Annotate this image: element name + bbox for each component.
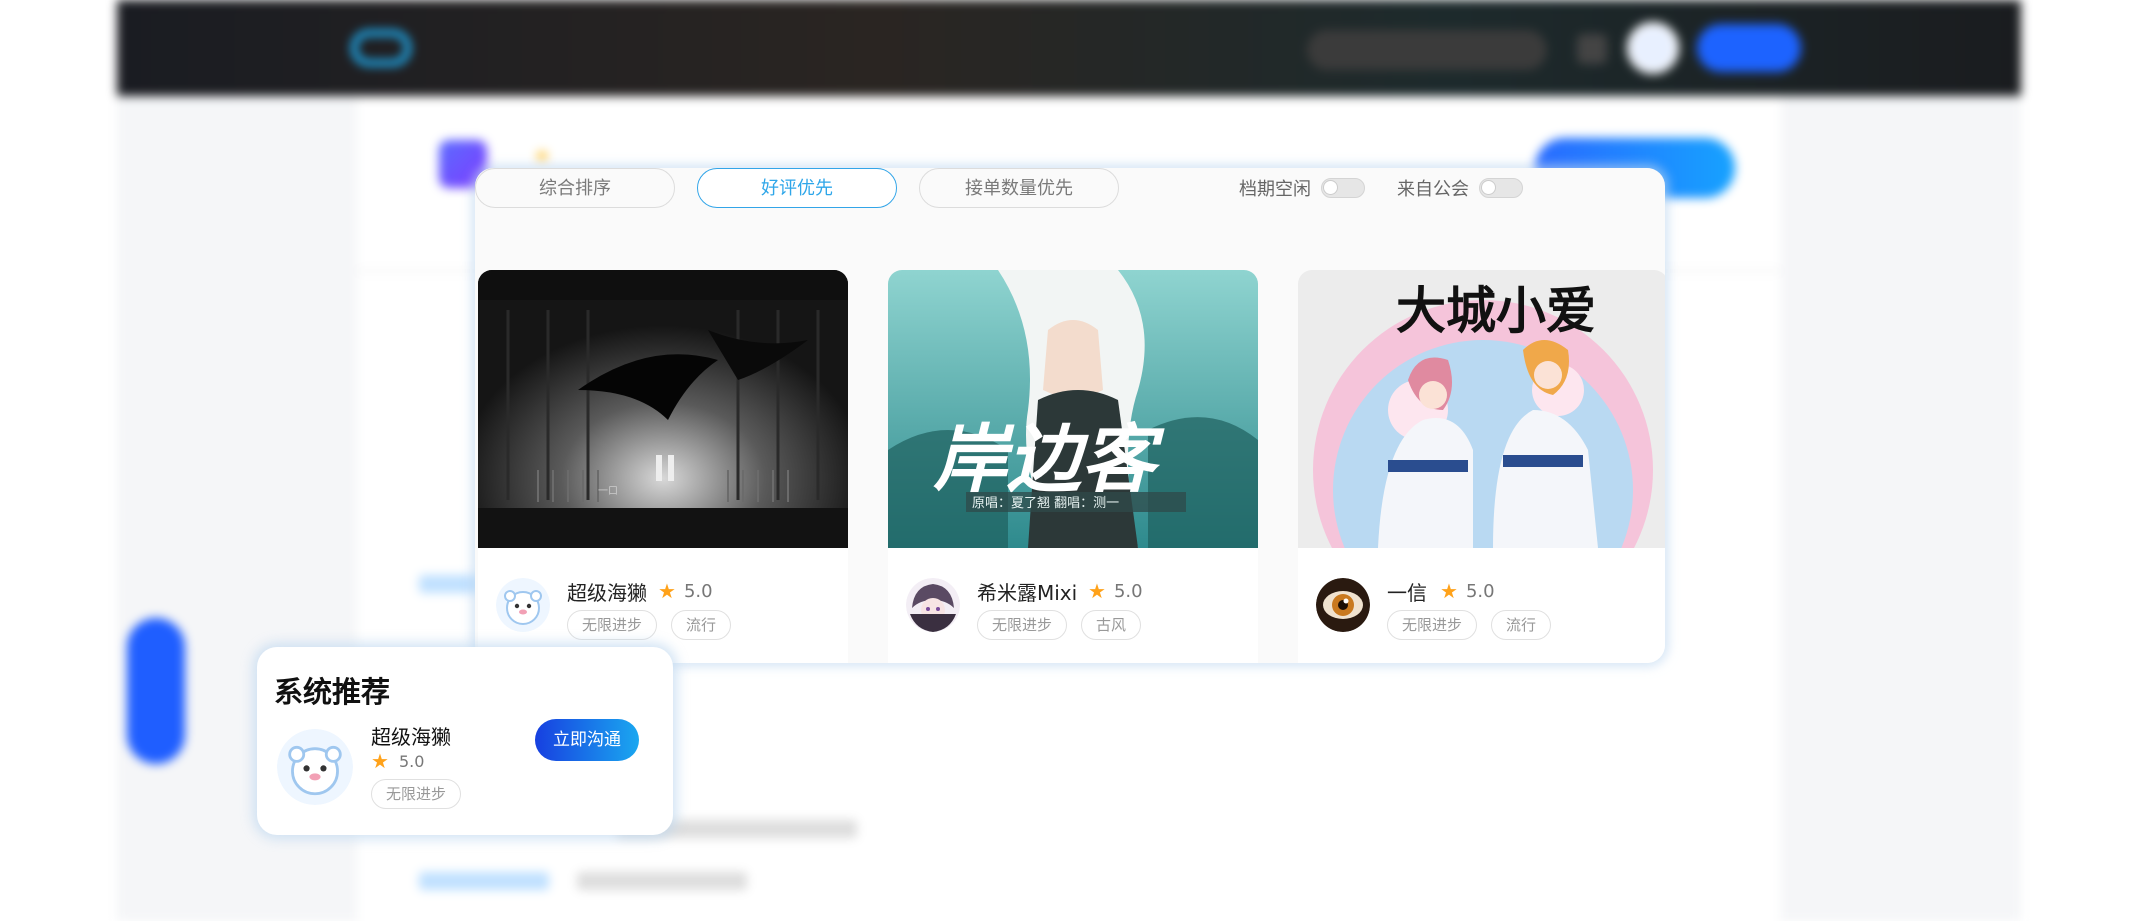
recommend-creator-name[interactable]: 超级海獭: [371, 721, 451, 750]
cover-image: 大城小爱: [1298, 270, 1665, 548]
creator-card[interactable]: 大城小爱 一信 ★ 5.0 无限进步 流行: [1298, 270, 1665, 663]
creator-rating: ★ 5.0: [1440, 579, 1495, 603]
nav-item-guild: [857, 36, 891, 57]
header-cta-button: [1697, 24, 1801, 72]
toggle-from-guild[interactable]: 来自公会: [1397, 168, 1523, 208]
anime-girl-avatar-icon: [906, 578, 960, 632]
tag: 无限进步: [567, 610, 658, 640]
creator-rating: ★ 5.0: [1088, 579, 1143, 603]
blurred-text: [577, 872, 747, 890]
studio-star-icon: ★: [534, 146, 551, 167]
nav-item-works: [956, 36, 990, 57]
tag: 古风: [1081, 610, 1142, 640]
system-recommend-popup: 系统推荐 超级海獭 ★ 5.0 无限进步 立即沟通: [257, 647, 673, 835]
tag: 无限进步: [977, 610, 1068, 640]
tag: 无限进步: [371, 779, 462, 809]
logo-icon: [351, 30, 411, 66]
main-nav: [672, 36, 1088, 57]
star-icon: ★: [1440, 579, 1458, 603]
nav-item-home: [672, 36, 695, 57]
rating-value: 5.0: [1465, 580, 1495, 602]
rating-value: 5.0: [683, 580, 713, 602]
page: ★ 综合排序 好评优先 接单数量优先 档期空闲 来自公会 一口 超级海獭 ★ 5…: [0, 0, 2147, 921]
search-box: [1307, 30, 1547, 70]
tag: 无限进步: [1387, 610, 1478, 640]
nav-item-square: [759, 36, 793, 57]
svg-text:大城小爱: 大城小爱: [1396, 281, 1596, 340]
tab-comprehensive-sort[interactable]: 综合排序: [475, 168, 675, 208]
tag-list: 无限进步 流行: [567, 610, 732, 640]
tag-list: 无限进步 流行: [1387, 610, 1552, 640]
floating-side-button: [127, 618, 185, 764]
star-icon: ★: [658, 579, 676, 603]
user-avatar: [1627, 22, 1679, 74]
star-icon: ★: [371, 749, 389, 773]
nav-item-creator: [1054, 36, 1088, 57]
recommend-rating: ★ 5.0: [371, 749, 424, 773]
site-logo: [351, 30, 411, 66]
contact-now-button[interactable]: 立即沟通: [535, 719, 639, 761]
svg-text:原唱：夏了翘 翻唱：测一: 原唱：夏了翘 翻唱：测一: [972, 496, 1119, 511]
cover-image: 一口: [478, 270, 848, 548]
toggle-label: 来自公会: [1397, 179, 1469, 200]
filter-bar: 综合排序 好评优先 接单数量优先 档期空闲 来自公会: [475, 168, 1665, 214]
creator-name[interactable]: 一信: [1387, 577, 1427, 606]
blurred-link: [419, 872, 549, 890]
creator-card[interactable]: 一口 超级海獭 ★ 5.0 无限进步 流行: [478, 270, 848, 663]
tag: 流行: [1491, 610, 1552, 640]
tag: 流行: [671, 610, 732, 640]
toggle-switch[interactable]: [1321, 178, 1365, 198]
tab-order-count-first[interactable]: 接单数量优先: [919, 168, 1119, 208]
star-icon: ★: [1088, 579, 1106, 603]
tab-good-reviews-first[interactable]: 好评优先: [697, 168, 897, 208]
toggle-switch[interactable]: [1479, 178, 1523, 198]
otter-avatar-icon: [277, 729, 353, 805]
creator-rating: ★ 5.0: [658, 579, 713, 603]
toggle-schedule-free[interactable]: 档期空闲: [1239, 168, 1365, 208]
toggle-label: 档期空闲: [1239, 179, 1311, 200]
creator-card[interactable]: 岸边客 原唱：夏了翘 翻唱：测一 希米露Mixi ★ 5.0 无限进步 古风: [888, 270, 1258, 663]
tag-list: 无限进步 古风: [977, 610, 1142, 640]
rating-value: 5.0: [398, 751, 425, 771]
cover-image: 岸边客 原唱：夏了翘 翻唱：测一: [888, 270, 1258, 548]
otter-avatar-icon: [496, 578, 550, 632]
creator-name[interactable]: 超级海獭: [567, 577, 647, 606]
svg-text:一口: 一口: [598, 486, 618, 497]
popup-title: 系统推荐: [274, 675, 391, 709]
creator-name[interactable]: 希米露Mixi: [977, 577, 1077, 606]
rating-value: 5.0: [1113, 580, 1143, 602]
recommendation-overlay: 综合排序 好评优先 接单数量优先 档期空闲 来自公会 一口 超级海獭 ★ 5.0…: [475, 168, 1665, 663]
eye-avatar-icon: [1316, 578, 1370, 632]
message-icon: [1577, 34, 1607, 64]
svg-text:岸边客: 岸边客: [933, 417, 1165, 503]
